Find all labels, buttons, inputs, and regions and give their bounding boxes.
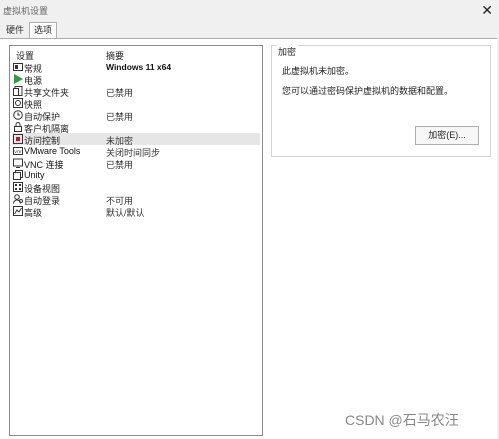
unity-icon bbox=[13, 170, 23, 180]
tab-strip: 硬件 选项 bbox=[0, 22, 499, 38]
list-item-device-view[interactable]: 设备视图 bbox=[12, 181, 260, 194]
list-item-summary: 默认/默认 bbox=[106, 208, 145, 218]
list-item-label: Unity bbox=[24, 170, 45, 180]
access-control-icon bbox=[13, 134, 23, 144]
list-item-vmware-tools[interactable]: vm VMware Tools 关闭时间同步 bbox=[12, 145, 260, 158]
list-item-guest-isolation[interactable]: 客户机隔离 bbox=[12, 121, 260, 134]
settings-list[interactable]: 设置 摘要 常规 Windows 11 x64 电源 共享文件夹 已禁用 快照 … bbox=[9, 45, 263, 436]
list-item-snapshots[interactable]: 快照 bbox=[12, 97, 260, 110]
list-item-autologin[interactable]: 自动登录 不可用 bbox=[12, 193, 260, 206]
shared-folder-icon bbox=[13, 86, 23, 96]
list-item-autoprotect[interactable]: 自动保护 已禁用 bbox=[12, 109, 260, 122]
autoprotect-clock-icon bbox=[13, 110, 23, 120]
encrypt-button[interactable]: 加密(E)... bbox=[415, 126, 479, 145]
list-item-vnc[interactable]: VNC 连接 已禁用 bbox=[12, 157, 260, 170]
list-item-shared-folders[interactable]: 共享文件夹 已禁用 bbox=[12, 85, 260, 98]
svg-text:vm: vm bbox=[14, 150, 21, 155]
general-icon bbox=[13, 63, 23, 71]
tab-hardware[interactable]: 硬件 bbox=[2, 24, 28, 37]
encryption-group-title: 加密 bbox=[276, 45, 299, 58]
encryption-group: 加密 此虚拟机未加密。 您可以通过密码保护虚拟机的数据和配置。 加密(E)... bbox=[271, 45, 491, 157]
list-item-label: VMware Tools bbox=[24, 146, 81, 156]
encryption-status-text: 此虚拟机未加密。 bbox=[282, 66, 355, 76]
list-item-advanced[interactable]: 高级 默认/默认 bbox=[12, 205, 260, 218]
power-play-icon bbox=[14, 74, 23, 84]
encryption-description-text: 您可以通过密码保护虚拟机的数据和配置。 bbox=[282, 86, 454, 96]
advanced-icon bbox=[13, 206, 23, 216]
list-header: 设置 摘要 bbox=[10, 46, 262, 61]
isolation-lock-icon bbox=[14, 122, 22, 132]
tab-options[interactable]: 选项 bbox=[29, 22, 58, 38]
vmware-tools-icon: vm bbox=[13, 147, 23, 155]
title-bar: 虚拟机设置 ✕ bbox=[0, 0, 499, 22]
close-icon[interactable]: ✕ bbox=[481, 1, 493, 19]
autologin-icon bbox=[13, 194, 23, 204]
list-item-general[interactable]: 常规 Windows 11 x64 bbox=[12, 61, 260, 74]
vnc-icon bbox=[13, 158, 23, 168]
device-view-icon bbox=[13, 182, 23, 192]
list-item-power[interactable]: 电源 bbox=[12, 73, 260, 86]
window-title: 虚拟机设置 bbox=[3, 6, 49, 16]
list-item-access-control[interactable]: 访问控制 未加密 bbox=[12, 133, 260, 146]
list-item-unity[interactable]: Unity bbox=[12, 169, 260, 181]
list-item-label: 高级 bbox=[24, 208, 43, 218]
list-item-summary: Windows 11 x64 bbox=[106, 62, 172, 72]
snapshot-icon bbox=[13, 98, 23, 108]
watermark: CSDN @石马农汪 bbox=[345, 412, 459, 428]
